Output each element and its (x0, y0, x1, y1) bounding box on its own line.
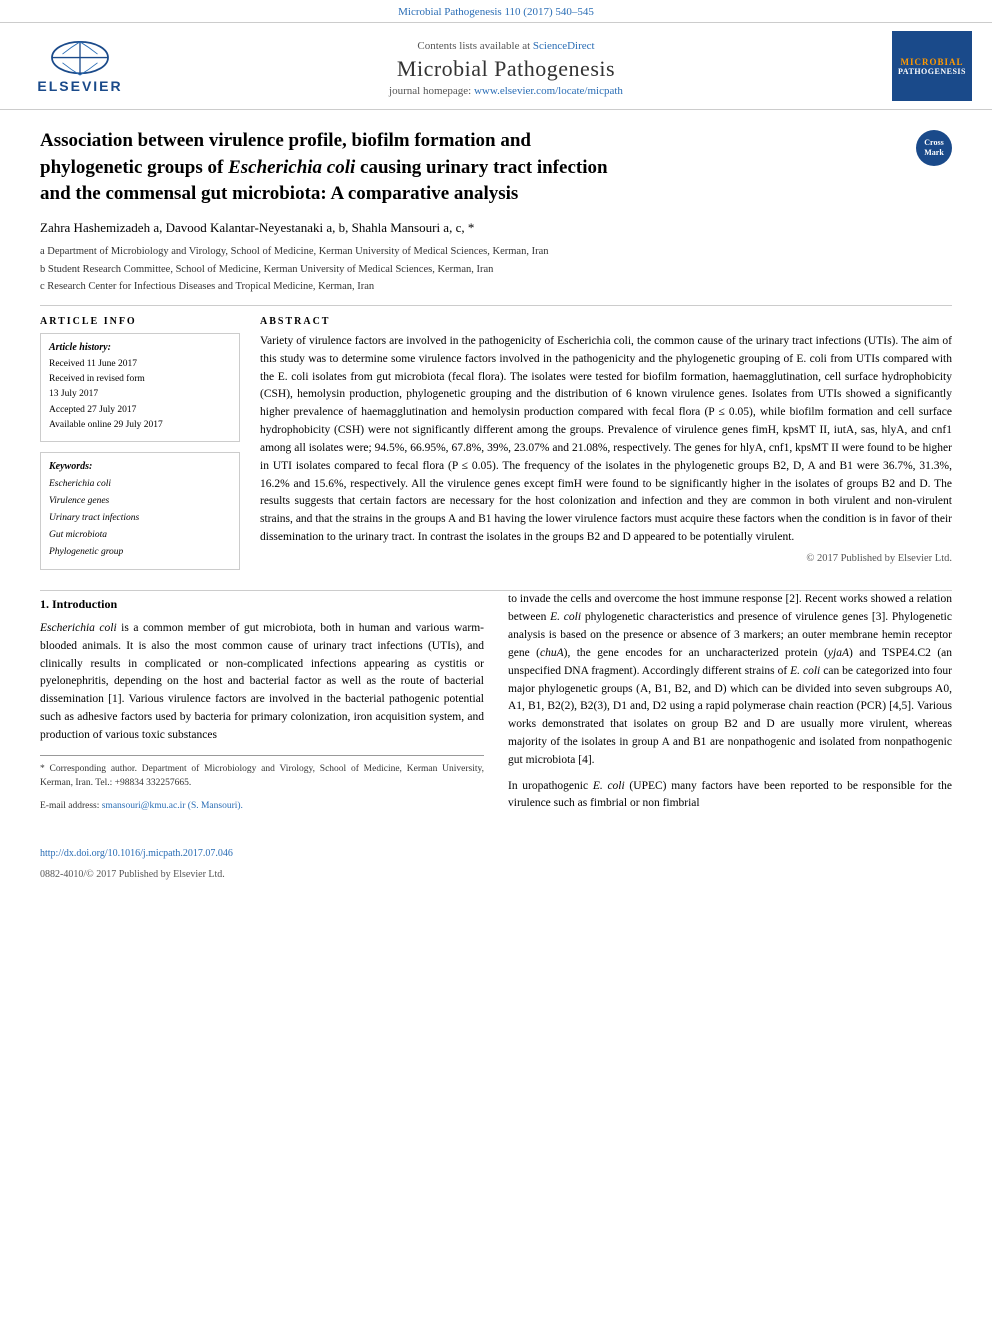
keywords-list: Escherichia coli Virulence genes Urinary… (49, 476, 231, 561)
journal-logo-area: MICROBIAL PATHOGENESIS (872, 31, 972, 101)
keyword-2: Virulence genes (49, 493, 231, 510)
divider-1 (40, 305, 952, 306)
keyword-4: Gut microbiota (49, 527, 231, 544)
history-label: Article history: (49, 342, 231, 353)
affiliation-c: c Research Center for Infectious Disease… (40, 279, 952, 295)
journal-header: ELSEVIER Contents lists available at Sci… (0, 22, 992, 110)
article-title-text: Association between virulence profile, b… (40, 128, 952, 208)
journal-title: Microbial Pathogenesis (140, 56, 872, 82)
article-title: CrossMark Association between virulence … (40, 128, 952, 208)
elsevier-logo-area: ELSEVIER (20, 38, 140, 94)
accepted-date: Accepted 27 July 2017 (49, 403, 231, 418)
article-info-heading: ARTICLE INFO (40, 316, 240, 327)
sciencedirect-link[interactable]: ScienceDirect (533, 40, 595, 52)
keywords-label: Keywords: (49, 461, 231, 472)
crossmark-badge: CrossMark (916, 130, 952, 166)
article-dates: Received 11 June 2017 Received in revise… (49, 357, 231, 433)
logo-bottom-text: PATHOGENESIS (898, 67, 966, 76)
intro-para3: In uropathogenic E. coli (UPEC) many fac… (508, 778, 952, 814)
keyword-3: Urinary tract infections (49, 510, 231, 527)
keyword-1: Escherichia coli (49, 476, 231, 493)
abstract-column: ABSTRACT Variety of virulence factors ar… (260, 316, 952, 570)
abstract-text: Variety of virulence factors are involve… (260, 333, 952, 547)
revised-date: 13 July 2017 (49, 387, 231, 402)
received-date: Received 11 June 2017 (49, 357, 231, 372)
elsevier-label: ELSEVIER (37, 78, 122, 94)
journal-logo-box: MICROBIAL PATHOGENESIS (892, 31, 972, 101)
affiliation-b: b Student Research Committee, School of … (40, 262, 952, 278)
keywords-box: Keywords: Escherichia coli Virulence gen… (40, 452, 240, 570)
article-history-box: Article history: Received 11 June 2017 R… (40, 333, 240, 442)
intro-para1: Escherichia coli is a common member of g… (40, 620, 484, 745)
logo-top-text: MICROBIAL (900, 57, 963, 67)
keyword-5: Phylogenetic group (49, 544, 231, 561)
article-info-abstract-section: ARTICLE INFO Article history: Received 1… (40, 316, 952, 570)
doi-link[interactable]: http://dx.doi.org/10.1016/j.micpath.2017… (40, 848, 233, 859)
crossmark-icon: CrossMark (916, 130, 952, 166)
elsevier-tree-icon (45, 38, 115, 78)
abstract-heading: ABSTRACT (260, 316, 952, 327)
homepage-url[interactable]: www.elsevier.com/locate/micpath (474, 85, 623, 97)
affiliations: a Department of Microbiology and Virolog… (40, 244, 952, 295)
footnote-text: * Corresponding author. Department of Mi… (40, 762, 484, 791)
footer-copyright: 0882-4010/© 2017 Published by Elsevier L… (0, 869, 992, 880)
body-left-column: 1. Introduction Escherichia coli is a co… (40, 591, 484, 821)
journal-header-center: Contents lists available at ScienceDirec… (140, 36, 872, 97)
intro-para2: to invade the cells and overcome the hos… (508, 591, 952, 769)
affiliation-a: a Department of Microbiology and Virolog… (40, 244, 952, 260)
contents-line: Contents lists available at ScienceDirec… (140, 36, 872, 56)
body-columns: 1. Introduction Escherichia coli is a co… (40, 591, 952, 821)
online-date: Available online 29 July 2017 (49, 418, 231, 433)
footer-doi: http://dx.doi.org/10.1016/j.micpath.2017… (0, 842, 992, 869)
main-body: 1. Introduction Escherichia coli is a co… (0, 591, 992, 841)
copyright-line: © 2017 Published by Elsevier Ltd. (260, 553, 952, 564)
article-info-column: ARTICLE INFO Article history: Received 1… (40, 316, 240, 570)
footnote-email: E-mail address: smansouri@kmu.ac.ir (S. … (40, 799, 484, 814)
body-right-column: to invade the cells and overcome the hos… (508, 591, 952, 821)
authors-line: Zahra Hashemizadeh a, Davood Kalantar-Ne… (40, 220, 952, 236)
footnote-area: * Corresponding author. Department of Mi… (40, 755, 484, 814)
footnote-email-link[interactable]: smansouri@kmu.ac.ir (S. Mansouri). (102, 801, 243, 811)
article-content: CrossMark Association between virulence … (0, 110, 992, 590)
journal-citation: Microbial Pathogenesis 110 (2017) 540–54… (0, 0, 992, 22)
revised-label: Received in revised form (49, 372, 231, 387)
intro-heading: 1. Introduction (40, 595, 484, 614)
journal-homepage: journal homepage: www.elsevier.com/locat… (140, 85, 872, 97)
